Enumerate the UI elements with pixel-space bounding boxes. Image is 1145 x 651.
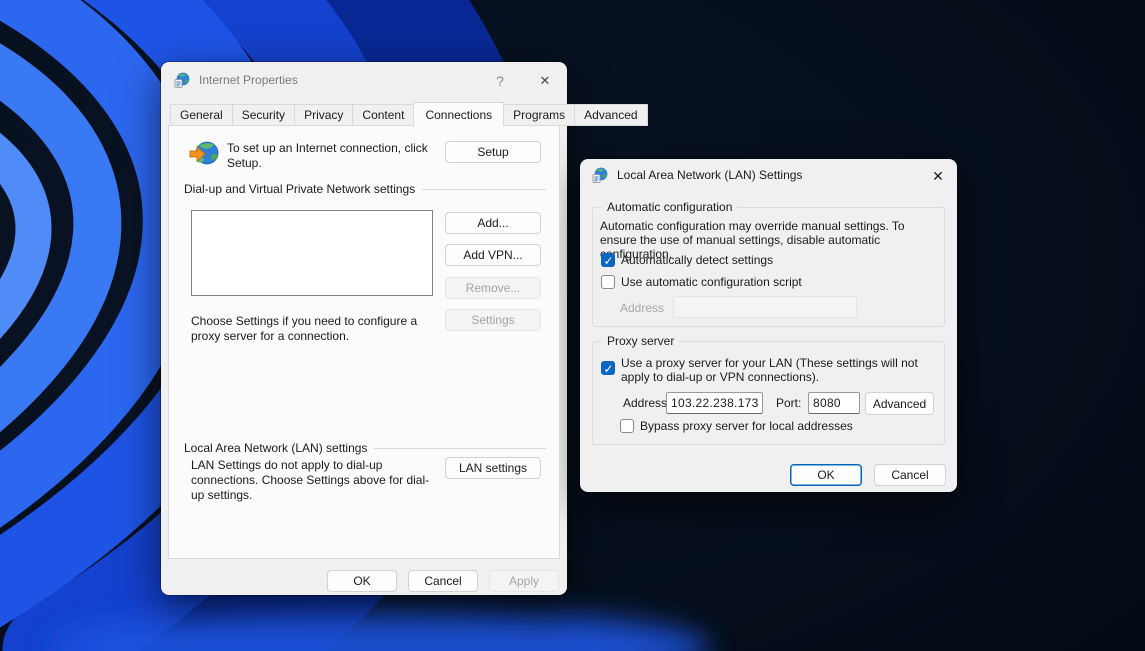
proxy-server-label: Proxy server (602, 334, 679, 348)
auto-config-address-input (673, 296, 857, 318)
automatically-detect-settings-checkbox[interactable] (601, 253, 615, 267)
proxy-address-input[interactable] (666, 392, 763, 414)
connections-tab-page: To set up an Internet connection, click … (168, 125, 560, 559)
ok-button[interactable]: OK (327, 570, 397, 592)
close-button[interactable]: ✕ (927, 165, 949, 187)
window-title: Internet Properties (199, 73, 298, 87)
window-title: Local Area Network (LAN) Settings (617, 168, 802, 182)
advanced-button[interactable]: Advanced (865, 392, 934, 415)
internet-properties-titlebar: Internet Properties ? ✕ (161, 62, 567, 98)
lan-settings-window: Local Area Network (LAN) Settings ✕ Auto… (580, 159, 957, 492)
connections-listbox[interactable] (191, 210, 433, 296)
add-vpn-button[interactable]: Add VPN... (445, 244, 541, 266)
internet-connection-globe-icon (189, 139, 219, 169)
tab-strip: General Security Privacy Content Connect… (171, 101, 648, 126)
use-proxy-label: Use a proxy server for your LAN (These s… (621, 356, 936, 384)
config-script-row: Use automatic configuration script (601, 275, 802, 289)
use-automatic-configuration-script-checkbox[interactable] (601, 275, 615, 289)
use-proxy-row: Use a proxy server for your LAN (These s… (601, 356, 936, 384)
remove-button: Remove... (445, 277, 541, 299)
tab-advanced[interactable]: Advanced (574, 104, 647, 126)
internet-options-icon (592, 167, 608, 183)
proxy-address-label: Address: (623, 396, 670, 410)
cancel-button[interactable]: Cancel (874, 464, 946, 486)
bypass-proxy-checkbox[interactable] (620, 419, 634, 433)
lan-description: LAN Settings do not apply to dial-up con… (191, 458, 441, 503)
close-button[interactable]: ✕ (534, 70, 556, 92)
lan-settings-button[interactable]: LAN settings (445, 457, 541, 479)
proxy-port-label: Port: (776, 396, 801, 410)
tab-security[interactable]: Security (232, 104, 295, 126)
tab-connections[interactable]: Connections (413, 102, 504, 127)
tab-programs[interactable]: Programs (503, 104, 575, 126)
section-divider (374, 448, 546, 449)
section-divider (422, 189, 546, 190)
internet-properties-window: Internet Properties ? ✕ General Security… (161, 62, 567, 595)
detect-settings-label: Automatically detect settings (621, 253, 773, 267)
setup-description: To set up an Internet connection, click … (227, 141, 439, 171)
tab-content[interactable]: Content (352, 104, 414, 126)
help-button[interactable]: ? (489, 70, 511, 92)
lan-settings-titlebar: Local Area Network (LAN) Settings ✕ (580, 159, 957, 191)
cancel-button[interactable]: Cancel (408, 570, 478, 592)
bypass-proxy-label: Bypass proxy server for local addresses (640, 419, 853, 433)
settings-button: Settings (445, 309, 541, 331)
lan-section-label: Local Area Network (LAN) settings (184, 441, 367, 455)
config-script-label: Use automatic configuration script (621, 275, 802, 289)
setup-button[interactable]: Setup (445, 141, 541, 163)
proxy-port-input[interactable] (808, 392, 860, 414)
lan-section-header: Local Area Network (LAN) settings (184, 441, 546, 455)
dialup-section-label: Dial-up and Virtual Private Network sett… (184, 182, 415, 196)
apply-button: Apply (489, 570, 559, 592)
desktop: Internet Properties ? ✕ General Security… (0, 0, 1145, 651)
choose-settings-hint: Choose Settings if you need to configure… (191, 314, 439, 344)
use-proxy-server-checkbox[interactable] (601, 361, 615, 375)
detect-settings-row: Automatically detect settings (601, 253, 773, 267)
automatic-configuration-label: Automatic configuration (602, 200, 737, 214)
dialup-section-header: Dial-up and Virtual Private Network sett… (184, 182, 546, 196)
tab-privacy[interactable]: Privacy (294, 104, 353, 126)
bypass-proxy-row: Bypass proxy server for local addresses (620, 419, 853, 433)
auto-config-address-label: Address (620, 301, 664, 315)
tab-general[interactable]: General (170, 104, 233, 126)
internet-options-icon (174, 72, 190, 88)
ok-button[interactable]: OK (790, 464, 862, 486)
add-button[interactable]: Add... (445, 212, 541, 234)
